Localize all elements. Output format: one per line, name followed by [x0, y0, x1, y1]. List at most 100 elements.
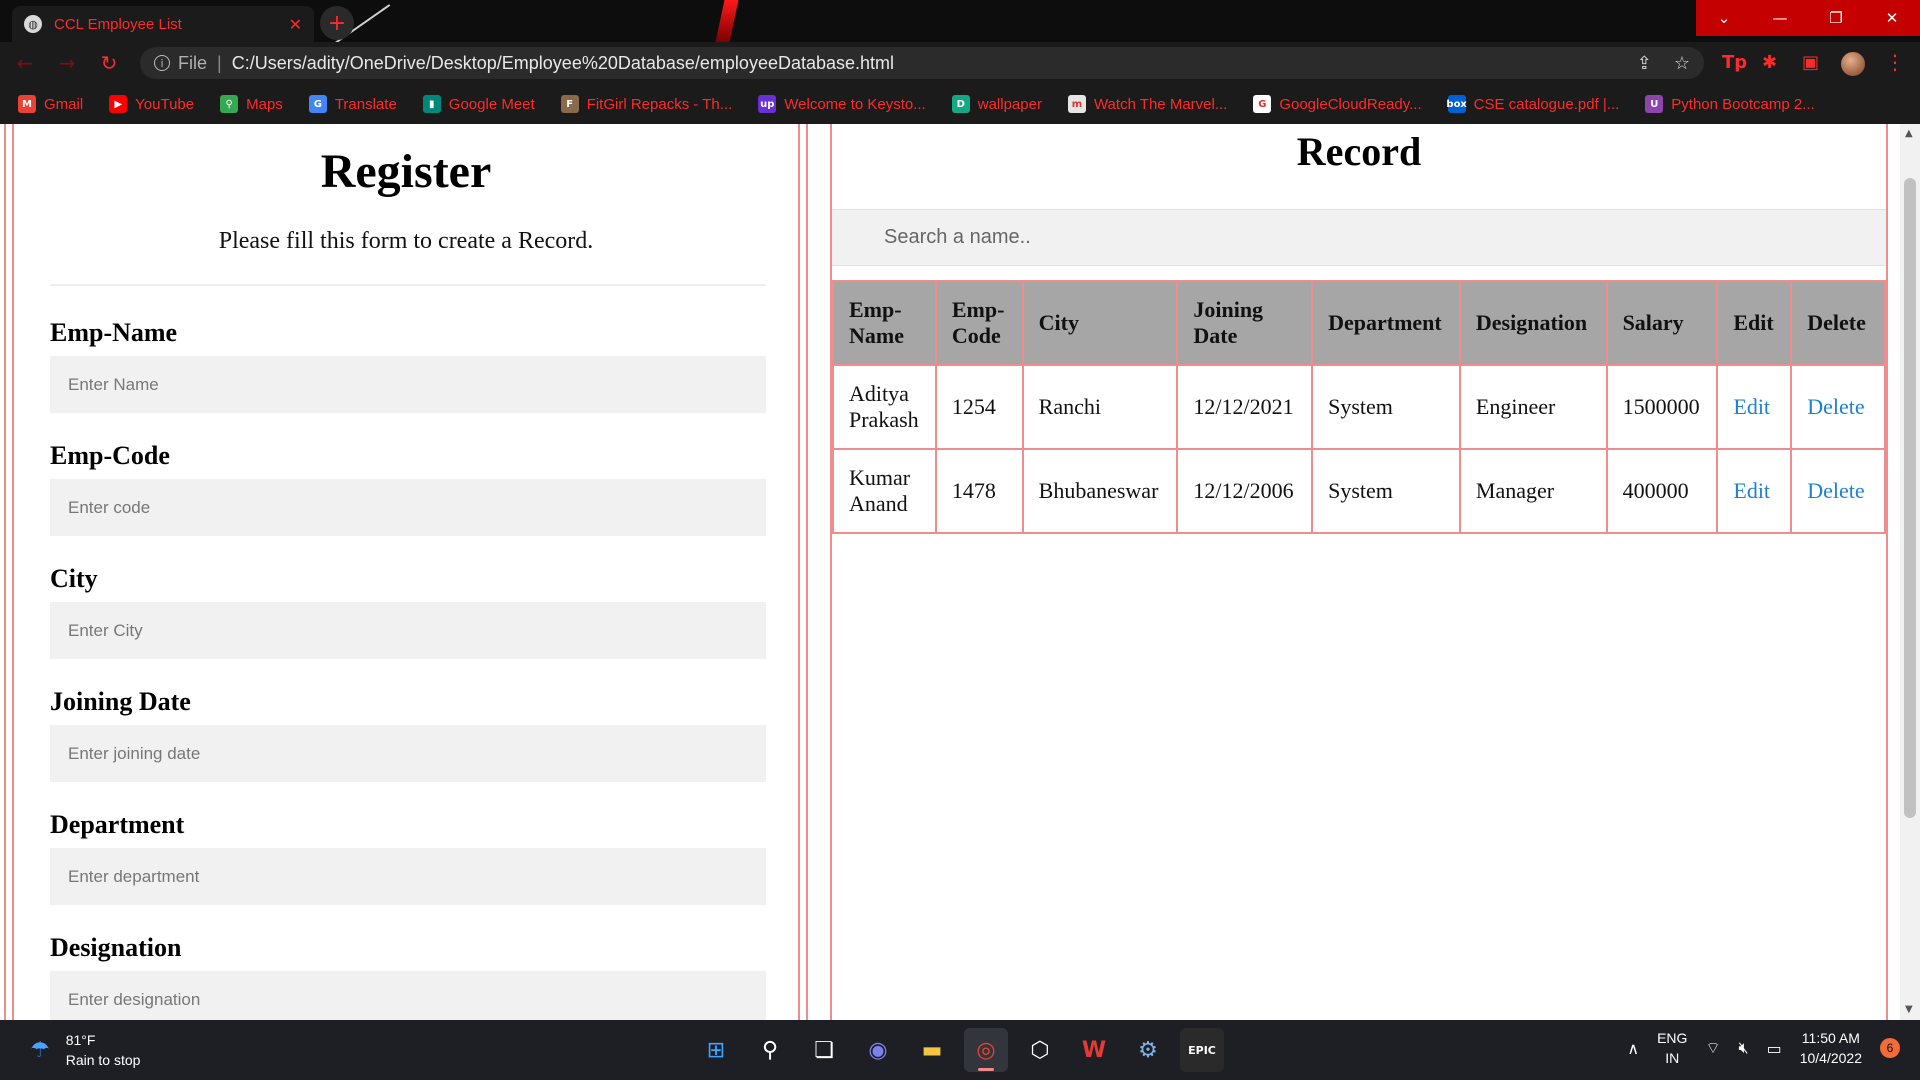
region-code: IN	[1665, 1050, 1680, 1066]
clock[interactable]: 11:50 AM 10/4/2022	[1800, 1028, 1862, 1068]
bookmark-item[interactable]: ▮ Google Meet	[422, 95, 535, 113]
bookmark-item[interactable]: m Watch The Marvel...	[1067, 95, 1227, 113]
emp-code-input[interactable]: Enter code	[50, 479, 766, 536]
search-icon[interactable]: ⚲	[748, 1028, 792, 1072]
scrollbar-thumb[interactable]	[1904, 178, 1916, 818]
bookmark-item[interactable]: ⚲ Maps	[220, 95, 283, 113]
bookmark-item[interactable]: M Gmail	[18, 95, 83, 113]
marvel-icon: m	[1067, 95, 1086, 113]
translate-icon: G	[308, 95, 327, 113]
meet-icon: ▮	[422, 95, 441, 113]
emp-name-label: Emp-Name	[50, 318, 178, 347]
browser-tab[interactable]: ◍ CCL Employee List ✕	[12, 6, 314, 42]
weather-text: Rain to stop	[65, 1052, 141, 1068]
bookmark-item[interactable]: up Welcome to Keysto...	[758, 95, 926, 113]
table-row: Kumar Anand 1478 Bhubaneswar 12/12/2006 …	[832, 448, 1886, 534]
address-bar[interactable]: i File | C:/Users/adity/OneDrive/Desktop…	[140, 47, 1704, 79]
bookmark-item[interactable]: U Python Bootcamp 2...	[1645, 95, 1815, 113]
task-view-icon[interactable]: ❏	[802, 1028, 846, 1072]
emp-code-label: Emp-Code	[50, 441, 170, 470]
back-icon[interactable]: ←	[8, 51, 42, 75]
unity-icon[interactable]: ⬡	[1018, 1028, 1062, 1072]
menu-kebab-icon[interactable]: ⋮	[1885, 50, 1905, 74]
start-icon[interactable]: ⊞	[694, 1028, 738, 1072]
column-header: Joining Date	[1176, 280, 1314, 366]
column-header: Salary	[1605, 280, 1719, 366]
department-label: Department	[50, 810, 185, 839]
scroll-up-icon[interactable]: ▲	[1905, 128, 1913, 139]
bookmark-item[interactable]: G GoogleCloudReady...	[1253, 95, 1422, 113]
page-scrollbar[interactable]: ▲ ▼	[1900, 124, 1920, 1020]
search-input[interactable]: Search a name..	[832, 209, 1886, 266]
edit-link[interactable]: Edit	[1716, 448, 1793, 534]
city-input[interactable]: Enter City	[50, 602, 766, 659]
extension-sidepanel-icon[interactable]: ▣	[1802, 52, 1819, 73]
close-tab-icon[interactable]: ✕	[289, 15, 302, 34]
wifi-icon[interactable]: ⌔	[1705, 1038, 1720, 1058]
file-explorer-icon[interactable]: ▬	[910, 1028, 954, 1072]
column-header: Delete	[1790, 280, 1886, 366]
cell-salary: 1500000	[1605, 364, 1719, 450]
bookmark-item[interactable]: box CSE catalogue.pdf |...	[1446, 95, 1620, 113]
notification-badge[interactable]: 6	[1880, 1038, 1900, 1058]
taskbar-apps: ⊞ ⚲ ❏ ◉ ▬ ◎ ⬡ W ⚙ EPIC	[694, 1028, 1224, 1072]
table-header-row: Emp-Name Emp-Code City Joining Date Depa…	[832, 280, 1886, 366]
form-divider	[50, 284, 766, 286]
chevron-up-icon[interactable]: ∧	[1627, 1039, 1639, 1058]
tab-search-icon[interactable]: ⌄	[1696, 0, 1752, 36]
clock-date: 10/4/2022	[1799, 1050, 1862, 1066]
cell-designation: Engineer	[1458, 364, 1608, 450]
weather-widget[interactable]: ☂ 81°F Rain to stop	[30, 1030, 140, 1070]
bookmark-item[interactable]: ▶ YouTube	[109, 95, 194, 113]
cell-salary: 400000	[1605, 448, 1719, 534]
language-code: ENG	[1657, 1030, 1688, 1046]
chrome-icon[interactable]: ◎	[964, 1028, 1008, 1072]
theme-decoration	[715, 0, 739, 42]
cell-emp-code: 1478	[934, 448, 1024, 534]
bookmark-label: FitGirl Repacks - Th...	[586, 95, 733, 113]
bookmark-star-icon[interactable]: ☆	[1674, 53, 1690, 74]
department-input[interactable]: Enter department	[50, 848, 766, 905]
wps-office-icon[interactable]: W	[1072, 1028, 1116, 1072]
restore-button[interactable]: ❐	[1808, 0, 1864, 36]
volume-muted-icon[interactable]: 🔇︎	[1738, 1038, 1748, 1058]
scroll-down-icon[interactable]: ▼	[1905, 1004, 1913, 1015]
bookmark-item[interactable]: Dwallpaper	[951, 95, 1042, 113]
url-text[interactable]: C:/Users/adity/OneDrive/Desktop/Employee…	[232, 53, 1615, 74]
extension-puzzle-icon[interactable]: ✱	[1762, 52, 1777, 73]
emp-name-input[interactable]: Enter Name	[50, 356, 766, 413]
settings-icon[interactable]: ⚙	[1126, 1028, 1170, 1072]
joining-date-input[interactable]: Enter joining date	[50, 725, 766, 782]
battery-icon[interactable]: ▭	[1767, 1039, 1782, 1058]
bookmark-item[interactable]: F FitGirl Repacks - Th...	[560, 95, 733, 113]
delete-link[interactable]: Delete	[1790, 364, 1886, 450]
delete-link[interactable]: Delete	[1790, 448, 1886, 534]
fitgirl-icon: F	[560, 95, 579, 113]
register-title: Register	[320, 145, 492, 198]
reload-icon[interactable]: ↻	[92, 51, 126, 75]
windows-taskbar: ☂ 81°F Rain to stop ⊞ ⚲ ❏ ◉ ▬ ◎ ⬡ W ⚙ EP…	[0, 1020, 1920, 1080]
page-content: Register Please fill this form to create…	[0, 124, 1920, 1028]
cell-city: Bhubaneswar	[1021, 448, 1179, 534]
site-info-icon[interactable]: i	[154, 55, 170, 71]
profile-avatar[interactable]	[1841, 52, 1865, 76]
bookmark-label: CSE catalogue.pdf |...	[1473, 95, 1620, 113]
teams-chat-icon[interactable]: ◉	[856, 1028, 900, 1072]
bookmark-item[interactable]: G Translate	[308, 95, 397, 113]
cell-joining-date: 12/12/2006	[1176, 448, 1314, 534]
epic-games-icon[interactable]: EPIC	[1180, 1028, 1224, 1072]
tab-title: CCL Employee List	[54, 15, 182, 33]
bookmark-label: Python Bootcamp 2...	[1671, 95, 1815, 113]
share-icon[interactable]: ⇪	[1637, 53, 1652, 74]
window-controls: ⌄ — ❐ ✕	[1696, 0, 1920, 36]
close-window-button[interactable]: ✕	[1864, 0, 1920, 36]
register-panel: Register Please fill this form to create…	[4, 124, 808, 1028]
box-icon: box	[1446, 95, 1467, 113]
language-indicator[interactable]: ENG IN	[1657, 1028, 1687, 1068]
minimize-button[interactable]: —	[1752, 0, 1808, 36]
bookmark-label: Translate	[334, 95, 397, 113]
forward-icon[interactable]: →	[50, 51, 84, 75]
edit-link[interactable]: Edit	[1716, 364, 1793, 450]
extension-tp-icon[interactable]: Tp	[1722, 52, 1747, 73]
new-tab-button[interactable]: +	[320, 6, 354, 40]
